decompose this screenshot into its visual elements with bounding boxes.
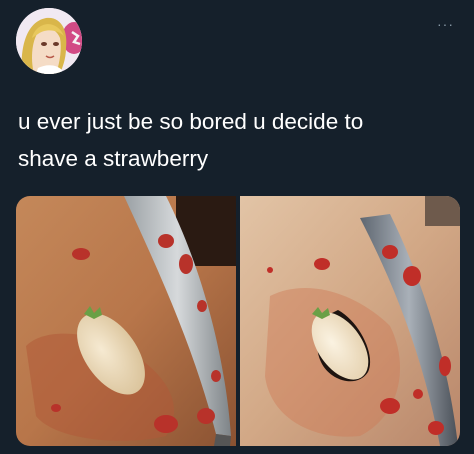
avatar-image — [16, 8, 82, 74]
photo-2[interactable] — [240, 196, 460, 446]
more-options-icon[interactable]: ··· — [437, 16, 454, 32]
tweet-text: u ever just be so bored u decide to shav… — [18, 103, 458, 177]
photo-1[interactable] — [16, 196, 236, 446]
tweet-media — [16, 196, 460, 446]
tweet-text-line-2: shave a strawberry — [18, 146, 209, 171]
tweet-text-line-1: u ever just be so bored u decide to — [18, 109, 364, 134]
avatar[interactable] — [16, 8, 82, 74]
